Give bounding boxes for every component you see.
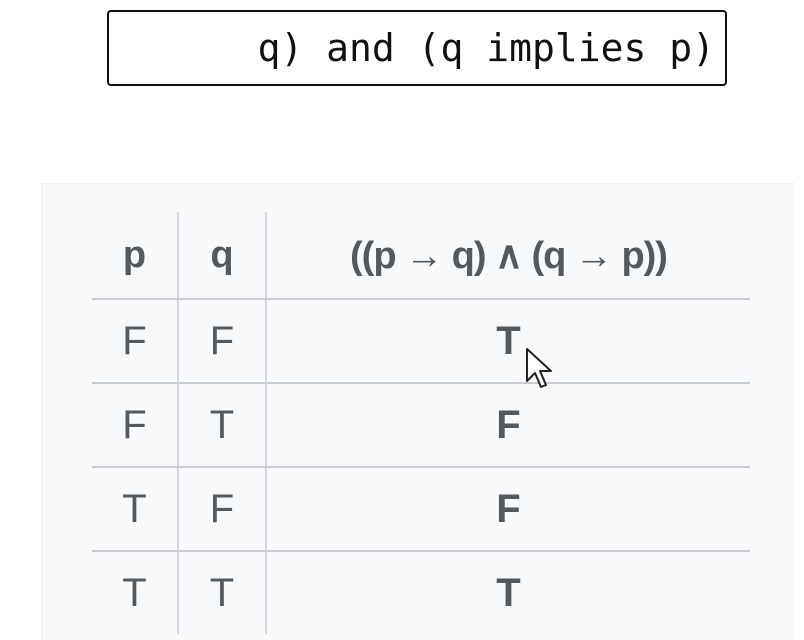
cell-q: F [178,299,267,384]
cell-p: F [92,383,179,468]
cell-q: F [178,467,267,552]
cell-result: F [266,383,750,468]
cell-result: T [266,299,750,384]
mouse-pointer-icon [526,348,552,388]
table-row: T T T [92,551,750,634]
header-expression: ((p → q) ∧ (q → p)) [266,212,750,300]
query-text: q) and (q implies p) [257,26,715,70]
results-panel: p q ((p → q) ∧ (q → p)) F F T F T F T F … [41,183,794,640]
cell-result: T [496,570,521,615]
table-row: T F F [92,467,750,552]
header-q: q [178,212,267,300]
cell-p: T [92,467,179,552]
cell-p: T [92,551,179,634]
table-header-row: p q ((p → q) ∧ (q → p)) [92,212,750,300]
table-row: F F T [92,299,750,384]
query-input-box[interactable]: q) and (q implies p) [107,10,727,86]
truth-table: p q ((p → q) ∧ (q → p)) F F T F T F T F … [92,212,750,634]
cell-q: T [178,383,267,468]
cell-p: F [92,299,179,384]
table-row: F T F [92,383,750,468]
header-p: p [92,212,179,300]
cell-result: F [266,467,750,552]
cell-q: T [178,551,267,634]
